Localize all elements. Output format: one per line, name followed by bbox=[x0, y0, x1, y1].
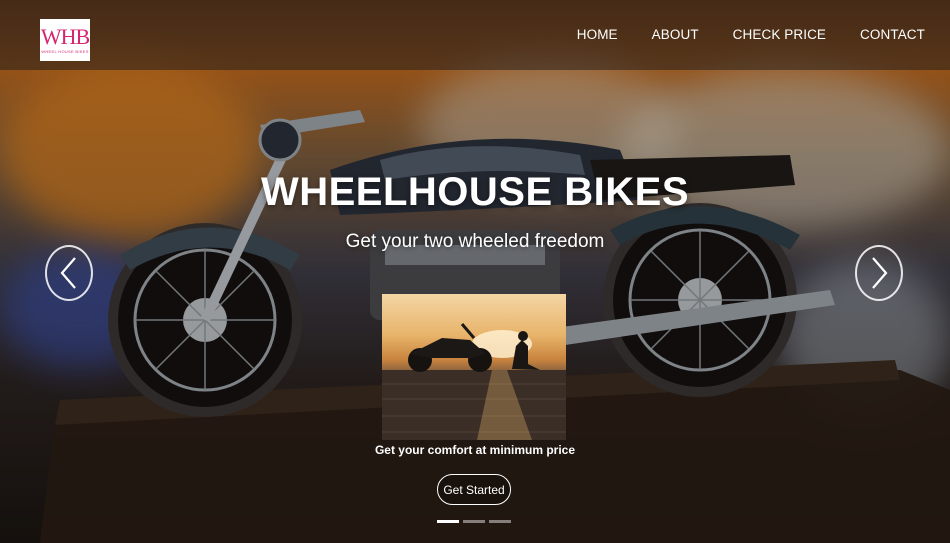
nav-link-home[interactable]: HOME bbox=[577, 27, 618, 42]
chevron-left-icon bbox=[60, 257, 76, 289]
hero-caption: Get your comfort at minimum price bbox=[374, 443, 576, 457]
hero-subtitle: Get your two wheeled freedom bbox=[345, 231, 605, 252]
brand-logo[interactable]: WHB WHEEL HOUSE BIKES bbox=[40, 19, 90, 61]
top-navbar: WHB WHEEL HOUSE BIKES HOME ABOUT CHECK P… bbox=[0, 0, 950, 70]
carousel-next-button[interactable] bbox=[855, 245, 903, 301]
carousel-indicator[interactable] bbox=[489, 520, 511, 523]
dark-overlay bbox=[0, 0, 950, 543]
chevron-right-icon bbox=[872, 257, 888, 289]
nav-link-check-price[interactable]: CHECK PRICE bbox=[733, 27, 826, 42]
nav-links: HOME ABOUT CHECK PRICE CONTACT bbox=[577, 27, 925, 42]
carousel-indicator[interactable] bbox=[463, 520, 485, 523]
featured-bike-image bbox=[382, 294, 566, 440]
nav-link-about[interactable]: ABOUT bbox=[652, 27, 699, 42]
carousel-indicator[interactable] bbox=[437, 520, 459, 523]
sunset-bike-photo bbox=[382, 323, 566, 440]
nav-link-contact[interactable]: CONTACT bbox=[860, 27, 925, 42]
hero-title: WHEELHOUSE BIKES bbox=[260, 170, 690, 214]
get-started-button[interactable]: Get Started bbox=[437, 474, 511, 505]
carousel-indicators bbox=[437, 520, 511, 523]
logo-subtext: WHEEL HOUSE BIKES bbox=[41, 48, 89, 54]
logo-mark: WHB bbox=[40, 23, 90, 49]
carousel-prev-button[interactable] bbox=[45, 245, 93, 301]
hero-background bbox=[0, 0, 950, 543]
